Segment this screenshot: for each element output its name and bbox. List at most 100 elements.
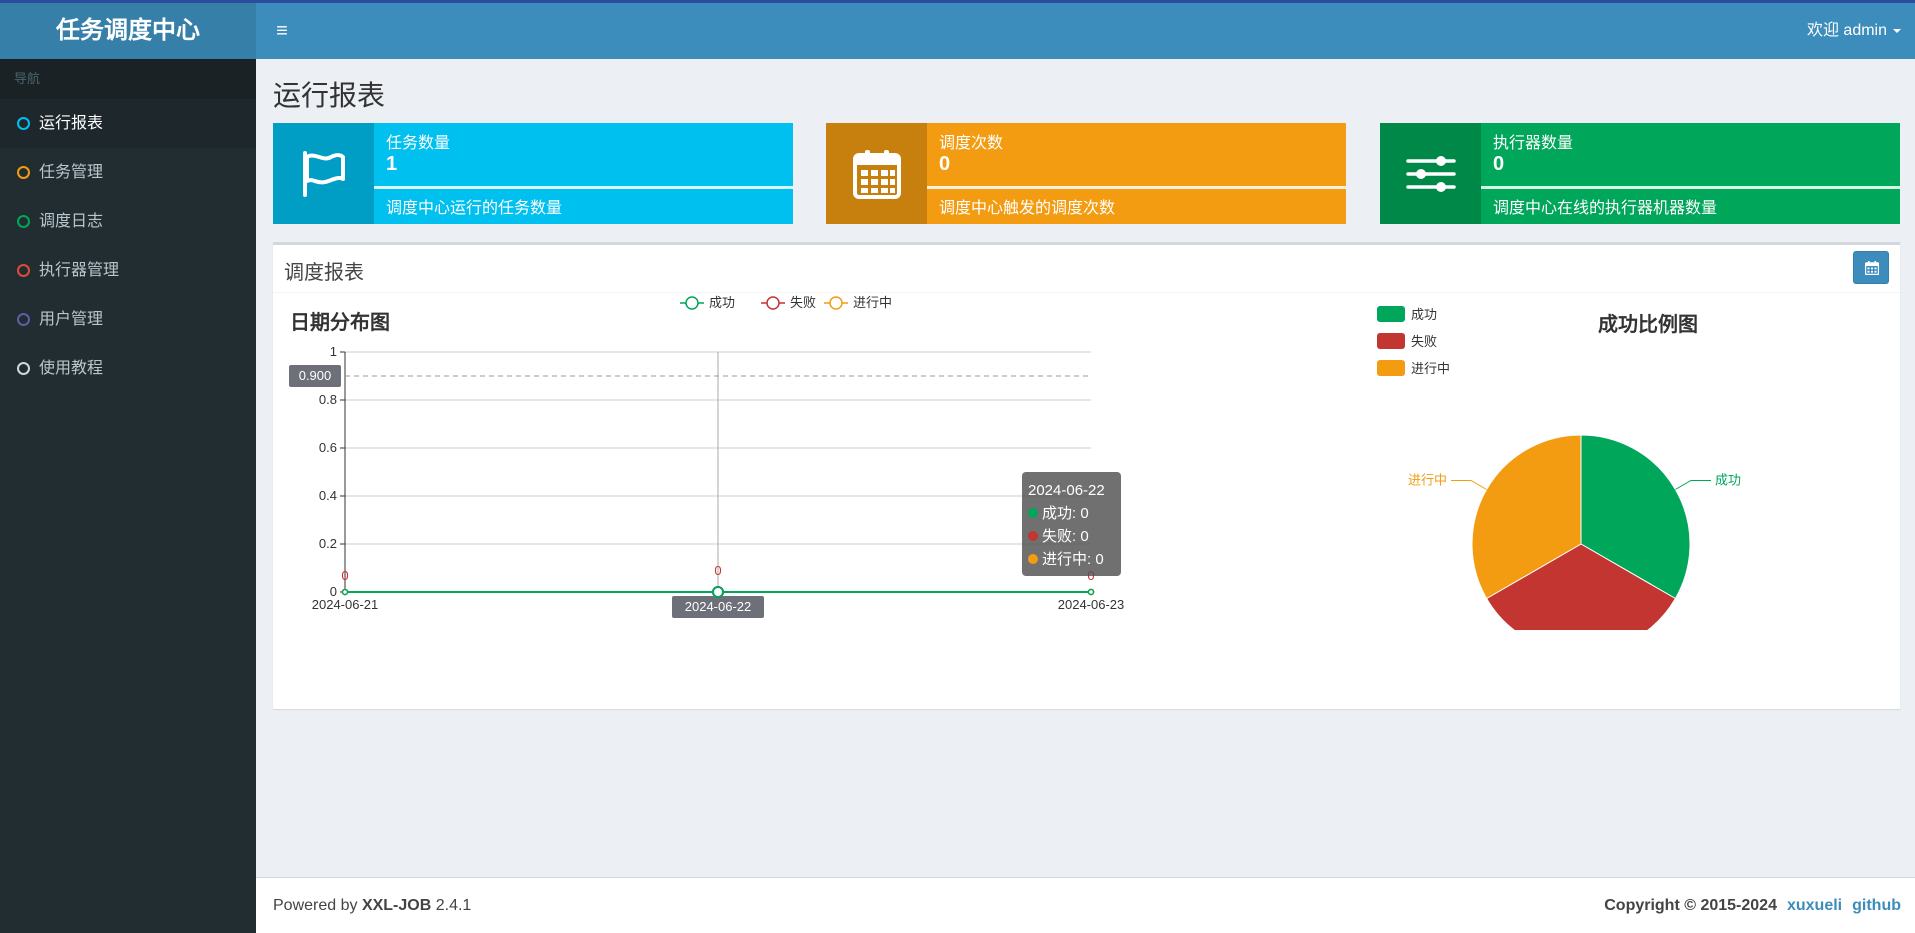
y-tick-label: 0.6 <box>319 440 337 455</box>
sidebar-section-label: 导航 <box>0 59 256 99</box>
version: 2.4.1 <box>431 897 472 914</box>
footer: Powered by XXL-JOB 2.4.1 Copyright © 201… <box>256 877 1915 933</box>
pie-legend-label: 进行中 <box>1411 361 1450 376</box>
data-point <box>712 586 724 598</box>
tooltip-line: 失败: 0 <box>1042 528 1089 545</box>
sidebar-item-user-management[interactable]: 用户管理 <box>0 295 256 344</box>
date-distribution-chart[interactable]: 成功 失败 进行中 0 0.2 0.4 0.6 0.8 1 2024-06-21 2024-06-2… <box>273 290 1173 630</box>
copyright-text: Copyright © 2015-2024 <box>1604 897 1777 914</box>
footer-powered-by: Powered by XXL-JOB 2.4.1 <box>273 897 471 915</box>
sidebar: 导航 运行报表 任务管理 调度日志 执行器管理 用户管理 使用教程 <box>0 59 256 933</box>
data-label: 0 <box>341 568 348 583</box>
info-box-number: 0 <box>939 153 951 175</box>
page-title: 运行报表 <box>273 80 386 111</box>
legend-item: 进行中 <box>824 295 892 310</box>
pie-legend-swatch <box>1377 333 1405 349</box>
pie-slice-label: 成功 <box>1715 473 1741 488</box>
circle-icon <box>17 166 30 179</box>
circle-icon <box>17 117 30 130</box>
info-box-executor-count: 执行器数量 0 调度中心在线的执行器机器数量 <box>1380 123 1900 224</box>
user-greeting: 欢迎 admin <box>1806 22 1887 39</box>
progress-bar <box>1481 186 1900 189</box>
info-box-title: 执行器数量 <box>1493 135 1574 152</box>
legend-item: 成功 <box>680 295 735 310</box>
sidebar-item-job-management[interactable]: 任务管理 <box>0 148 256 197</box>
y-tick-label: 0.8 <box>319 392 337 407</box>
info-box-number: 0 <box>1493 153 1505 175</box>
info-box-description: 调度中心触发的调度次数 <box>939 200 1116 217</box>
legend-marker <box>685 296 699 310</box>
tooltip-series-dot <box>1028 531 1038 541</box>
legend-label: 成功 <box>709 295 735 310</box>
data-point <box>1087 588 1095 596</box>
chart-tooltip: 2024-06-22 成功: 0 失败: 0 进行中: 0 <box>1022 472 1121 576</box>
sidebar-item-label: 使用教程 <box>39 360 104 377</box>
data-point <box>341 588 349 596</box>
date-range-button[interactable] <box>1853 251 1889 284</box>
y-tick-label: 0.4 <box>319 488 337 503</box>
info-box-title: 任务数量 <box>386 135 451 152</box>
sliders-icon <box>1380 123 1481 224</box>
info-box-number: 1 <box>386 153 398 175</box>
data-label: 0 <box>714 563 721 578</box>
info-box-title: 调度次数 <box>939 135 1004 152</box>
calendar-icon <box>1865 261 1879 275</box>
x-axis-pointer-label: 2024-06-22 <box>685 599 752 614</box>
info-box-job-count: 任务数量 1 调度中心运行的任务数量 <box>273 123 793 224</box>
tooltip-title: 2024-06-22 <box>1028 482 1105 499</box>
schedule-report-panel: 调度报表 日期分布图 成功 失败 进行中 0 0.2 0.4 0.6 0.8 1 2024-06-… <box>273 242 1900 709</box>
x-tick-label: 2024-06-21 <box>312 597 379 612</box>
progress-bar <box>374 186 793 189</box>
info-box-description: 调度中心运行的任务数量 <box>386 200 563 217</box>
pie-legend-label: 失败 <box>1411 334 1437 349</box>
sidebar-item-run-report[interactable]: 运行报表 <box>0 99 256 148</box>
progress-bar <box>927 186 1346 189</box>
sidebar-item-schedule-log[interactable]: 调度日志 <box>0 197 256 246</box>
panel-header: 调度报表 <box>273 245 1900 293</box>
pie-leader-line <box>1675 480 1711 490</box>
legend-item: 失败 <box>761 295 816 310</box>
success-ratio-chart[interactable]: 成功失败进行中成功失败进行中 <box>1373 290 1793 630</box>
sidebar-item-tutorial[interactable]: 使用教程 <box>0 344 256 393</box>
flag-icon <box>273 123 374 224</box>
pie-legend-label: 成功 <box>1411 307 1437 322</box>
app-logo-title[interactable]: 任务调度中心 <box>0 3 256 59</box>
caret-down-icon <box>1893 28 1901 33</box>
info-box-schedule-count: 调度次数 0 调度中心触发的调度次数 <box>826 123 1346 224</box>
sidebar-toggle-icon[interactable]: ≡ <box>270 19 294 43</box>
info-box-description: 调度中心在线的执行器机器数量 <box>1493 200 1718 217</box>
calendar-icon <box>826 123 927 224</box>
pie-leader-line <box>1451 480 1487 490</box>
pie-slice-label: 进行中 <box>1408 473 1447 488</box>
legend-label: 失败 <box>790 295 816 310</box>
sidebar-item-label: 用户管理 <box>39 311 104 328</box>
footer-copyright: Copyright © 2015-2024 xuxueli github <box>1604 897 1901 915</box>
github-link[interactable]: github <box>1852 897 1901 914</box>
sidebar-item-label: 运行报表 <box>39 115 104 132</box>
sidebar-item-label: 任务管理 <box>39 164 104 181</box>
top-header: 任务调度中心 ≡ 欢迎 admin <box>0 0 1915 59</box>
navbar: ≡ 欢迎 admin <box>256 3 1915 59</box>
panel-title: 调度报表 <box>284 262 364 284</box>
y-axis-pointer-label: 0.900 <box>299 368 332 383</box>
main-content: 运行报表 任务数量 1 调度中心运行的任务数量 调度次数 0 调度中心触发的调度… <box>256 59 1915 874</box>
y-tick-label: 0.2 <box>319 536 337 551</box>
circle-icon <box>17 215 30 228</box>
tooltip-series-dot <box>1028 508 1038 518</box>
pie-legend-swatch <box>1377 360 1405 376</box>
sidebar-item-executor-management[interactable]: 执行器管理 <box>0 246 256 295</box>
tooltip-line: 成功: 0 <box>1042 505 1089 522</box>
user-menu[interactable]: 欢迎 admin <box>1807 3 1901 59</box>
sidebar-item-label: 调度日志 <box>39 213 104 230</box>
y-tick-label: 1 <box>330 344 337 359</box>
circle-icon <box>17 264 30 277</box>
legend-label: 进行中 <box>853 295 892 310</box>
author-link[interactable]: xuxueli <box>1787 897 1842 914</box>
powered-prefix: Powered by <box>273 897 362 914</box>
legend-marker <box>766 296 780 310</box>
sidebar-item-label: 执行器管理 <box>39 262 120 279</box>
product-name: XXL-JOB <box>361 897 432 914</box>
pie-legend-swatch <box>1377 306 1405 322</box>
x-tick-label: 2024-06-23 <box>1058 597 1125 612</box>
tooltip-line: 进行中: 0 <box>1042 551 1104 568</box>
